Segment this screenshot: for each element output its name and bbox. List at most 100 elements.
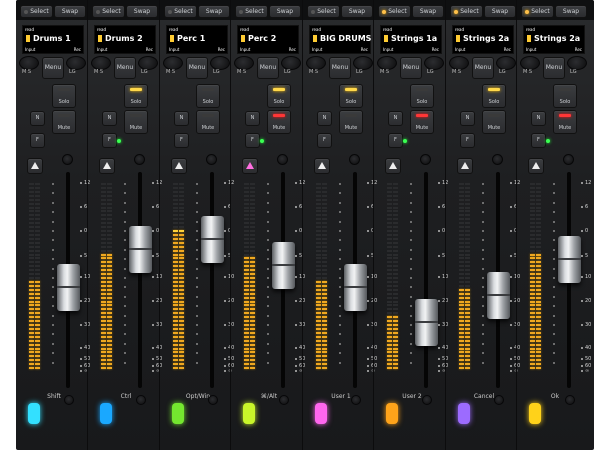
swap-button[interactable]: Swap	[484, 5, 516, 18]
flip-button[interactable]	[314, 158, 330, 174]
flip-button[interactable]	[242, 158, 258, 174]
select-button[interactable]: Select	[521, 5, 554, 18]
fader-handle[interactable]	[558, 236, 581, 283]
f-button[interactable]: F	[531, 133, 546, 148]
fader-handle[interactable]	[344, 264, 367, 311]
solo-button[interactable]: Solo	[553, 84, 577, 108]
left-encoder-knob[interactable]	[449, 56, 469, 70]
right-encoder-knob[interactable]	[496, 56, 516, 70]
right-encoder-knob[interactable]	[567, 56, 587, 70]
f-button[interactable]: F	[245, 133, 260, 148]
select-button[interactable]: Select	[307, 5, 340, 18]
swap-button[interactable]: Swap	[412, 5, 444, 18]
function-key-button[interactable]	[172, 403, 184, 424]
swap-button[interactable]: Swap	[555, 5, 587, 18]
swap-button[interactable]: Swap	[54, 5, 86, 18]
select-button[interactable]: Select	[378, 5, 411, 18]
swap-button[interactable]: Swap	[198, 5, 230, 18]
function-key-button[interactable]	[28, 403, 40, 424]
fader-handle[interactable]	[415, 299, 438, 346]
n-button[interactable]: N	[388, 111, 403, 126]
swap-button[interactable]: Swap	[341, 5, 373, 18]
select-button[interactable]: Select	[92, 5, 125, 18]
n-button[interactable]: N	[531, 111, 546, 126]
n-button[interactable]: N	[30, 111, 45, 126]
solo-button[interactable]: Solo	[267, 84, 291, 108]
select-button[interactable]: Select	[235, 5, 268, 18]
mute-button[interactable]: Mute	[52, 110, 76, 134]
mute-button[interactable]: Mute	[267, 110, 291, 134]
right-encoder-knob[interactable]	[138, 56, 158, 70]
mute-button[interactable]: Mute	[410, 110, 434, 134]
solo-button[interactable]: Solo	[339, 84, 363, 108]
left-encoder-knob[interactable]	[163, 56, 183, 70]
scale-dot	[267, 239, 269, 242]
f-button[interactable]: F	[30, 133, 45, 148]
mute-button[interactable]: Mute	[553, 110, 577, 134]
f-button[interactable]: F	[317, 133, 332, 148]
function-key-button[interactable]	[100, 403, 112, 424]
fader-handle[interactable]	[272, 242, 295, 289]
flip-button[interactable]	[385, 158, 401, 174]
right-encoder-knob[interactable]	[424, 56, 444, 70]
f-button[interactable]: F	[102, 133, 117, 148]
fader-handle[interactable]	[129, 226, 152, 273]
n-button[interactable]: N	[317, 111, 332, 126]
menu-button[interactable]: Menu	[400, 57, 422, 79]
fader-handle[interactable]	[201, 216, 224, 263]
menu-button[interactable]: Menu	[42, 57, 64, 79]
f-button[interactable]: F	[174, 133, 189, 148]
function-key-button[interactable]	[458, 403, 470, 424]
select-button[interactable]: Select	[450, 5, 483, 18]
menu-button[interactable]: Menu	[543, 57, 565, 79]
left-encoder-knob[interactable]	[377, 56, 397, 70]
function-key-button[interactable]	[243, 403, 255, 424]
function-key-button[interactable]	[315, 403, 327, 424]
right-encoder-knob[interactable]	[66, 56, 86, 70]
n-button[interactable]: N	[174, 111, 189, 126]
n-button[interactable]: N	[460, 111, 475, 126]
flip-button[interactable]	[27, 158, 43, 174]
menu-button[interactable]: Menu	[472, 57, 494, 79]
menu-button[interactable]: Menu	[114, 57, 136, 79]
right-encoder-knob[interactable]	[281, 56, 301, 70]
flip-button[interactable]	[457, 158, 473, 174]
mute-button[interactable]: Mute	[482, 110, 506, 134]
solo-button[interactable]: Solo	[410, 84, 434, 108]
mute-button[interactable]: Mute	[124, 110, 148, 134]
meter-segment	[35, 320, 40, 323]
meter-segment	[393, 269, 398, 272]
menu-button[interactable]: Menu	[329, 57, 351, 79]
solo-button[interactable]: Solo	[482, 84, 506, 108]
swap-button[interactable]: Swap	[126, 5, 158, 18]
select-button[interactable]: Select	[164, 5, 197, 18]
menu-button[interactable]: Menu	[186, 57, 208, 79]
right-encoder-knob[interactable]	[353, 56, 373, 70]
n-button[interactable]: N	[102, 111, 117, 126]
left-encoder-knob[interactable]	[306, 56, 326, 70]
left-encoder-knob[interactable]	[19, 56, 39, 70]
function-key-button[interactable]	[529, 403, 541, 424]
meter-segment	[29, 253, 34, 256]
n-button[interactable]: N	[245, 111, 260, 126]
mute-button[interactable]: Mute	[339, 110, 363, 134]
solo-button[interactable]: Solo	[124, 84, 148, 108]
solo-button[interactable]: Solo	[52, 84, 76, 108]
f-button[interactable]: F	[460, 133, 475, 148]
left-encoder-knob[interactable]	[234, 56, 254, 70]
fader-handle[interactable]	[57, 264, 80, 311]
mute-button[interactable]: Mute	[196, 110, 220, 134]
left-encoder-knob[interactable]	[91, 56, 111, 70]
fader-handle[interactable]	[487, 272, 510, 319]
right-encoder-knob[interactable]	[210, 56, 230, 70]
function-key-button[interactable]	[386, 403, 398, 424]
select-button[interactable]: Select	[20, 5, 53, 18]
solo-button[interactable]: Solo	[196, 84, 220, 108]
f-button[interactable]: F	[388, 133, 403, 148]
left-encoder-knob[interactable]	[520, 56, 540, 70]
flip-button[interactable]	[171, 158, 187, 174]
swap-button[interactable]: Swap	[269, 5, 301, 18]
menu-button[interactable]: Menu	[257, 57, 279, 79]
flip-button[interactable]	[99, 158, 115, 174]
flip-button[interactable]	[528, 158, 544, 174]
